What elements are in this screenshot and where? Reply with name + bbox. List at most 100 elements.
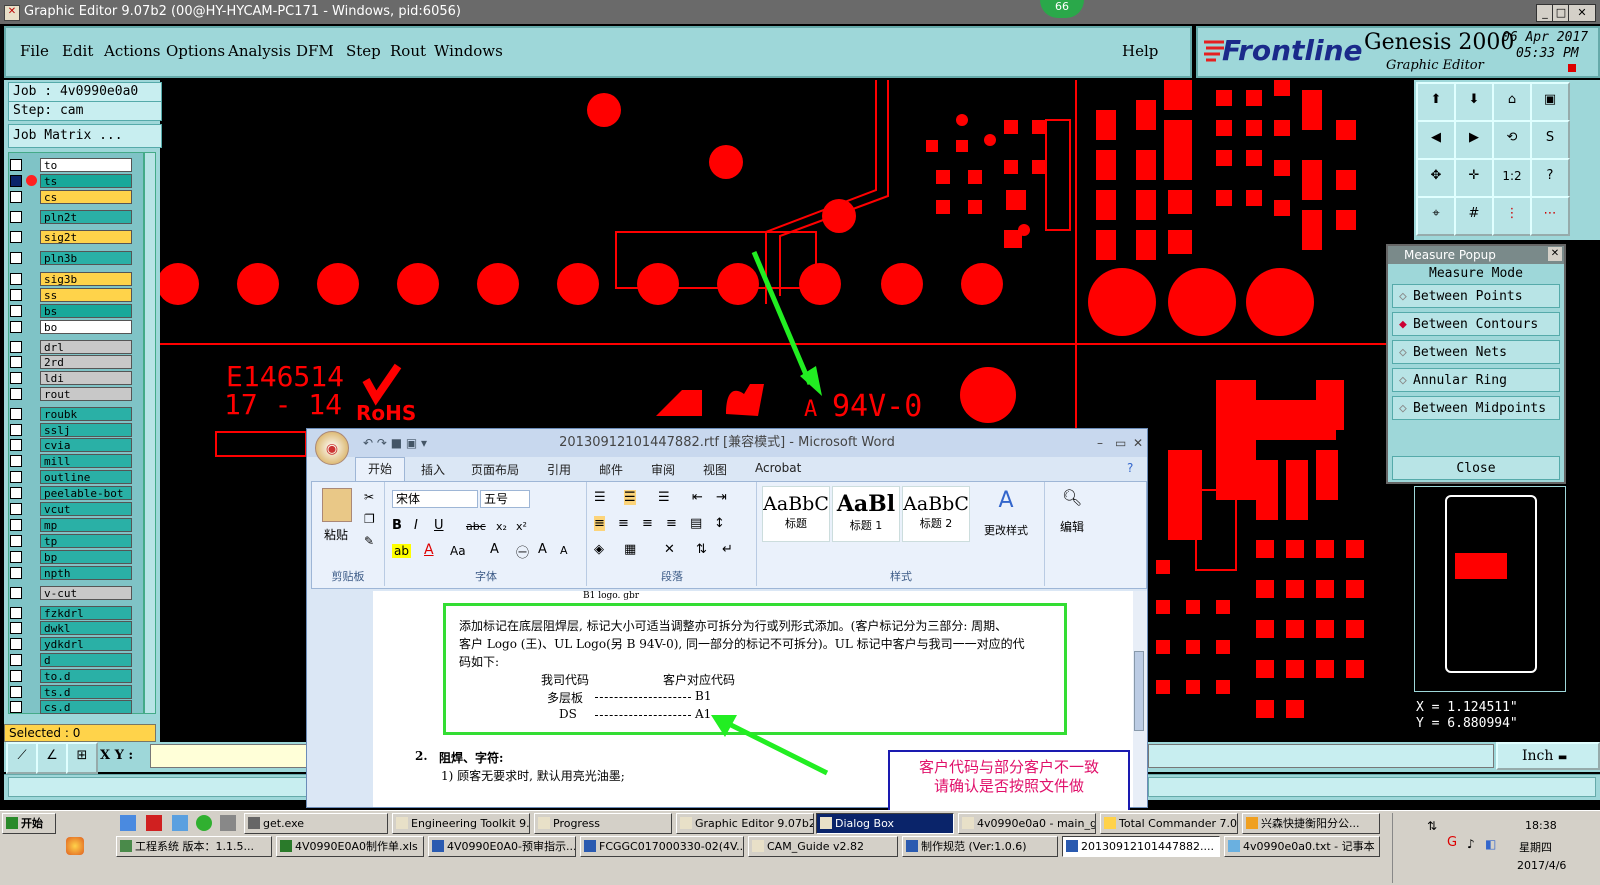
layer-row[interactable]: mill — [8, 454, 132, 468]
scroll-thumb[interactable] — [1134, 651, 1144, 731]
volume-icon[interactable]: ♪ — [1467, 837, 1475, 851]
layer-name[interactable]: sslj — [40, 423, 132, 437]
layer-row[interactable]: v-cut — [8, 586, 132, 600]
menu-analysis[interactable]: Analysis — [228, 42, 291, 60]
task-total-commander[interactable]: Total Commander 7.0... — [1100, 813, 1238, 834]
calculator-icon[interactable] — [172, 815, 188, 831]
layer-name[interactable]: bs — [40, 304, 132, 318]
pan-left-icon[interactable]: ◀ — [1416, 120, 1456, 160]
redraw-icon[interactable]: ⟲ — [1492, 120, 1532, 160]
layer-name[interactable]: roubk — [40, 407, 132, 421]
measure-close-icon[interactable]: ✕ — [1548, 247, 1562, 261]
layer-checkbox[interactable] — [10, 273, 22, 285]
menu-rout[interactable]: Rout — [390, 42, 426, 60]
tab-home[interactable]: 开始 — [355, 457, 405, 482]
style-heading-1[interactable]: AaBl 标题 1 — [832, 486, 900, 542]
layer-name[interactable]: bo — [40, 320, 132, 334]
layer-name[interactable]: cs — [40, 190, 132, 204]
mode-between-points[interactable]: ◇ Between Points — [1392, 284, 1560, 308]
layer-name[interactable]: ldi — [40, 371, 132, 385]
menu-windows[interactable]: Windows — [434, 42, 503, 60]
task-dialog-box[interactable]: Dialog Box — [816, 813, 954, 834]
quicklaunch-icon[interactable] — [66, 837, 84, 855]
change-case-icon[interactable]: Aa — [450, 544, 466, 558]
italic-icon[interactable]: I — [414, 518, 418, 533]
layer-name[interactable]: vcut — [40, 502, 132, 516]
layer-checkbox[interactable] — [10, 388, 22, 400]
borders-icon[interactable]: ▦ — [624, 542, 636, 557]
quicklaunch-icon-2[interactable] — [120, 815, 136, 831]
multilevel-icon[interactable]: ☰ — [658, 490, 670, 505]
menu-file[interactable]: File — [20, 42, 49, 60]
layer-row[interactable]: ts — [8, 174, 132, 188]
layer-name[interactable]: pln2t — [40, 210, 132, 224]
decrease-indent-icon[interactable]: ⇤ — [692, 490, 703, 505]
edit-label[interactable]: 编辑 — [1060, 518, 1084, 535]
layer-name[interactable]: sig2t — [40, 230, 132, 244]
clock-time[interactable]: 18:38 — [1525, 819, 1557, 832]
layer-checkbox[interactable] — [10, 341, 22, 353]
layer-checkbox[interactable] — [10, 252, 22, 264]
layer-checkbox[interactable] — [10, 159, 22, 171]
layer-row[interactable]: bo — [8, 320, 132, 334]
layer-checkbox[interactable] — [10, 191, 22, 203]
layer-row[interactable]: cvia — [8, 438, 132, 452]
tool-angle-icon[interactable]: ∠ — [36, 742, 68, 774]
layer-row[interactable]: roubk — [8, 407, 132, 421]
distribute-icon[interactable]: ▤ — [690, 516, 702, 531]
layer-name[interactable]: tp — [40, 534, 132, 548]
layer-row[interactable]: ss — [8, 288, 132, 302]
layer-name[interactable]: outline — [40, 470, 132, 484]
task-notepad[interactable]: 4v0990e0a0.txt - 记事本 — [1224, 836, 1380, 857]
zoom-up-icon[interactable]: ⬆ — [1416, 82, 1456, 122]
mode-annular-ring[interactable]: ◇ Annular Ring — [1392, 368, 1560, 392]
tool-icon[interactable] — [220, 815, 236, 831]
layer-name[interactable]: to — [40, 158, 132, 172]
menu-step[interactable]: Step — [346, 42, 381, 60]
layer-checkbox[interactable] — [10, 424, 22, 436]
layer-row[interactable]: fzkdrl — [8, 606, 132, 620]
layer-checkbox[interactable] — [10, 654, 22, 666]
layer-name[interactable]: mill — [40, 454, 132, 468]
tab-review[interactable]: 审阅 — [651, 461, 675, 478]
layer-row[interactable]: bs — [8, 304, 132, 318]
layer-checkbox[interactable] — [10, 372, 22, 384]
layer-row[interactable]: sig3b — [8, 272, 132, 286]
layer-row[interactable]: ydkdrl — [8, 637, 132, 651]
shrink-font-icon[interactable]: A — [560, 544, 568, 557]
word-minimize-button[interactable]: – — [1097, 429, 1103, 457]
task-cam-guide[interactable]: CAM_Guide v2.82 — [748, 836, 898, 857]
snap-icon[interactable]: S — [1530, 120, 1570, 160]
tool-line-icon[interactable]: ⟋ — [6, 742, 38, 774]
layer-name[interactable]: fzkdrl — [40, 606, 132, 620]
layer-checkbox[interactable] — [10, 231, 22, 243]
layer-checkbox[interactable] — [10, 686, 22, 698]
task-fcggc[interactable]: FCGGC017000330-02(4V... — [580, 836, 744, 857]
layer-checkbox[interactable] — [10, 607, 22, 619]
align-left-icon[interactable]: ≡ — [594, 516, 605, 531]
layer-checkbox[interactable] — [10, 487, 22, 499]
net-icon[interactable]: ⋮ — [1492, 196, 1532, 236]
layer-name[interactable]: dwkl — [40, 621, 132, 635]
layer-checkbox[interactable] — [10, 519, 22, 531]
font-name-select[interactable]: 宋体 — [392, 490, 478, 508]
browser-icon[interactable] — [196, 815, 212, 831]
numbering-icon[interactable]: ☰ — [624, 490, 636, 505]
query-icon[interactable]: ? — [1530, 158, 1570, 198]
justify-icon[interactable]: ≡ — [666, 516, 677, 531]
menu-edit[interactable]: Edit — [62, 42, 93, 60]
layer-checkbox[interactable] — [10, 356, 22, 368]
zoom-down-icon[interactable]: ⬇ — [1454, 82, 1494, 122]
menu-actions[interactable]: Actions — [104, 42, 160, 60]
layer-name[interactable]: peelable-bot — [40, 486, 132, 500]
layer-name[interactable]: cs.d — [40, 700, 132, 714]
layer-name[interactable]: rout — [40, 387, 132, 401]
layer-scrollbar[interactable] — [144, 152, 156, 714]
layer-row[interactable]: ts.d — [8, 685, 132, 699]
bullets-icon[interactable]: ☰ — [594, 490, 606, 505]
layer-name[interactable]: sig3b — [40, 272, 132, 286]
tab-references[interactable]: 引用 — [547, 461, 571, 478]
copy-icon[interactable]: ❐ — [364, 512, 375, 526]
layer-row[interactable]: dwkl — [8, 621, 132, 635]
style-heading[interactable]: AaBbC 标题 — [762, 486, 830, 542]
